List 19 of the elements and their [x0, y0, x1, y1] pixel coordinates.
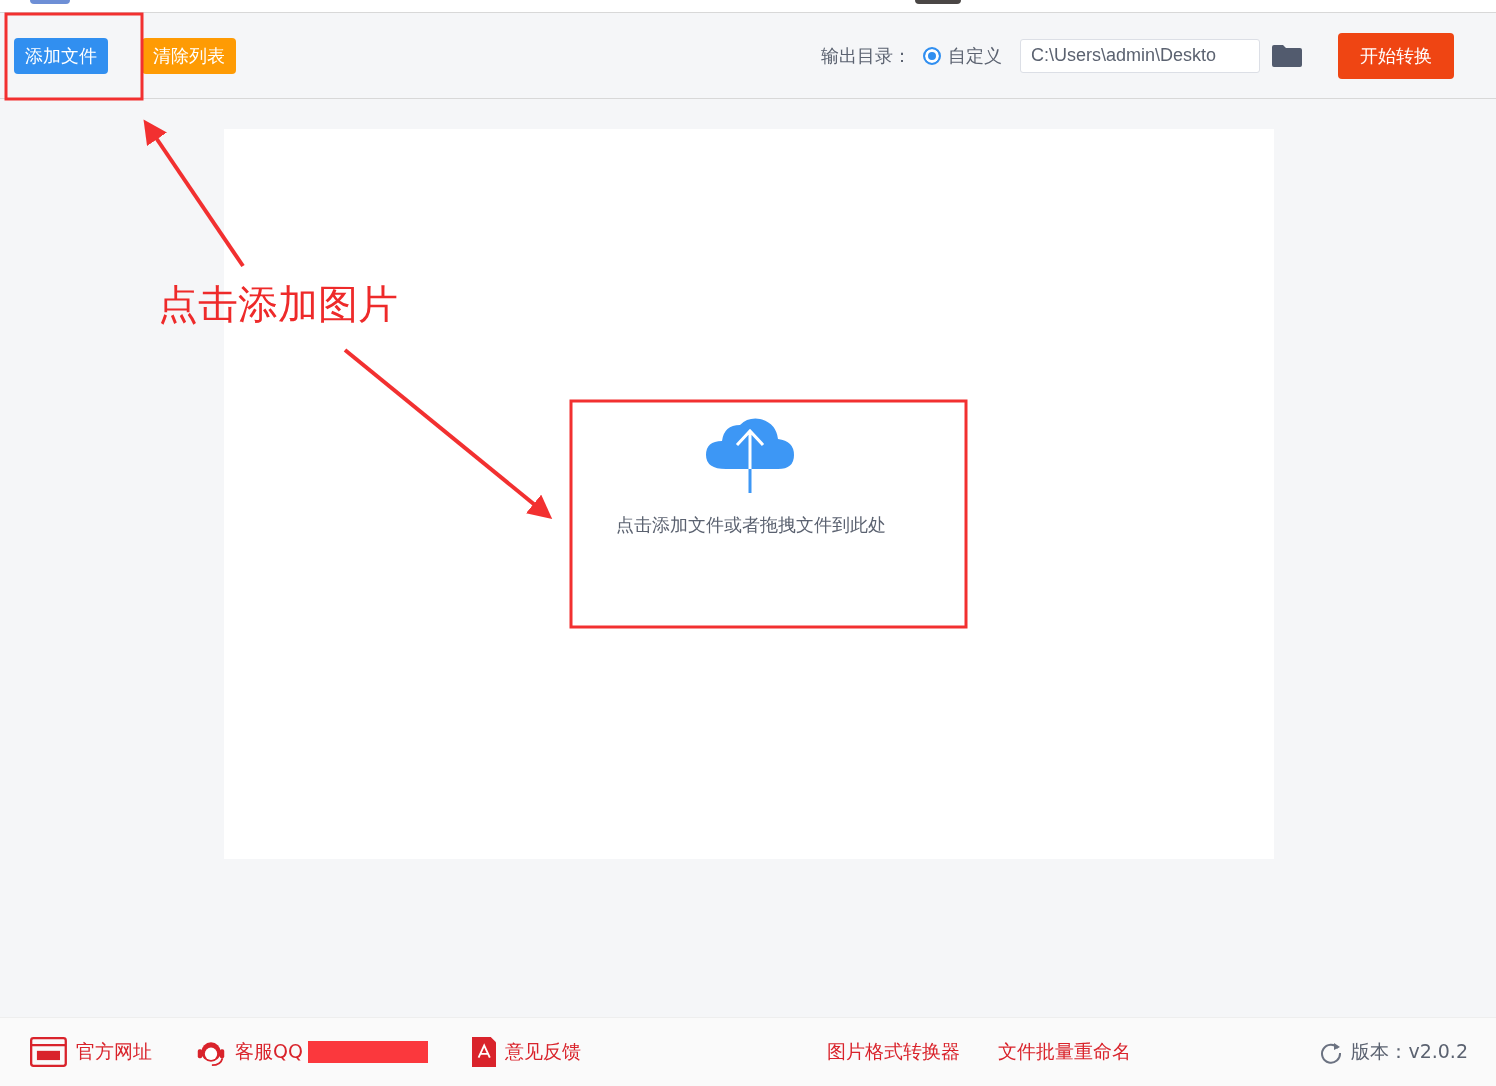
output-dir-label: 输出目录： [821, 43, 911, 68]
tool-link[interactable]: 图片格式转换器 [827, 1039, 961, 1065]
footer-link[interactable]: 官方网址 [30, 1037, 152, 1067]
drop-hint: 点击添加文件或者拖拽文件到此处 [616, 513, 886, 537]
footer-link[interactable]: 客服QQ [195, 1037, 428, 1067]
annotation-text: 点击添加图片 [158, 284, 398, 324]
folder-icon[interactable] [1272, 44, 1302, 67]
refresh-icon[interactable] [1319, 1040, 1344, 1064]
add-file-button[interactable]: 添加文件 [14, 37, 108, 74]
start-convert-button[interactable]: 开始转换 [1338, 32, 1454, 79]
custom-radio[interactable]: 自定义 [923, 43, 1002, 68]
website-icon [30, 1037, 67, 1067]
version-text: 版本：v2.0.2 [1351, 1039, 1468, 1064]
footer-link[interactable]: 意见反馈 [471, 1037, 582, 1067]
output-path-field[interactable]: C:\Users\admin\Deskto [1020, 38, 1260, 73]
tool-link[interactable]: 文件批量重命名 [998, 1039, 1132, 1065]
cloud-upload-icon [706, 417, 796, 493]
drop-zone[interactable]: 点击添加文件或者拖拽文件到此处 [598, 381, 904, 607]
document-icon [471, 1037, 497, 1067]
